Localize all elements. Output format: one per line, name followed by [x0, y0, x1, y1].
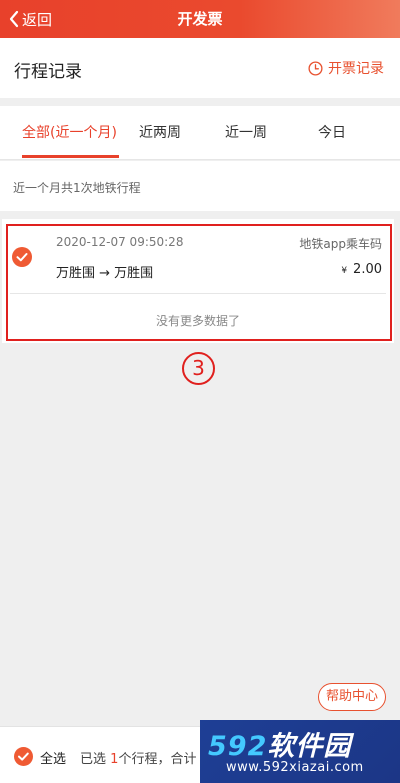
- highlight-frame: [6, 224, 392, 341]
- trip-summary: 近一个月共1次地铁行程: [0, 161, 400, 211]
- selected-summary: 已选 1个行程，合计: [80, 748, 196, 767]
- check-icon: [18, 752, 29, 761]
- tab-all-month[interactable]: 全部(近一个月): [22, 122, 117, 142]
- help-center-button[interactable]: 帮助中心: [318, 683, 386, 711]
- watermark-text: 软件园: [267, 731, 352, 762]
- trip-card[interactable]: 2020-12-07 09:50:28 地铁app乘车码 万胜围 → 万胜围 ¥…: [2, 219, 394, 343]
- watermark-logo: 592软件园 www.592xiazai.com: [200, 720, 400, 783]
- watermark-url: www.592xiazai.com: [226, 760, 364, 775]
- watermark-brand: 592软件园: [208, 724, 351, 763]
- watermark-number: 592: [208, 731, 268, 762]
- period-tabs: 全部(近一个月) 近两周 近一周 今日: [0, 106, 400, 160]
- top-nav-bar: 返回 开发票: [0, 0, 400, 38]
- invoice-record-label: 开票记录: [328, 61, 384, 77]
- active-tab-indicator: [22, 155, 119, 158]
- selected-prefix: 已选: [80, 752, 107, 767]
- invoice-record-link[interactable]: 开票记录: [308, 58, 384, 78]
- select-all-label: 全选: [40, 752, 67, 767]
- page-title: 开发票: [177, 10, 223, 28]
- section-title: 行程记录: [14, 62, 82, 82]
- trip-records-header: 行程记录 开票记录: [0, 38, 400, 98]
- step-marker: 3: [182, 352, 215, 385]
- tab-today[interactable]: 今日: [318, 122, 346, 142]
- clock-icon: [308, 60, 323, 76]
- selected-suffix: 个行程，合计: [118, 752, 197, 767]
- select-all-checkbox[interactable]: [14, 747, 33, 766]
- tab-one-week[interactable]: 近一周: [225, 122, 267, 142]
- tab-two-weeks[interactable]: 近两周: [139, 122, 181, 142]
